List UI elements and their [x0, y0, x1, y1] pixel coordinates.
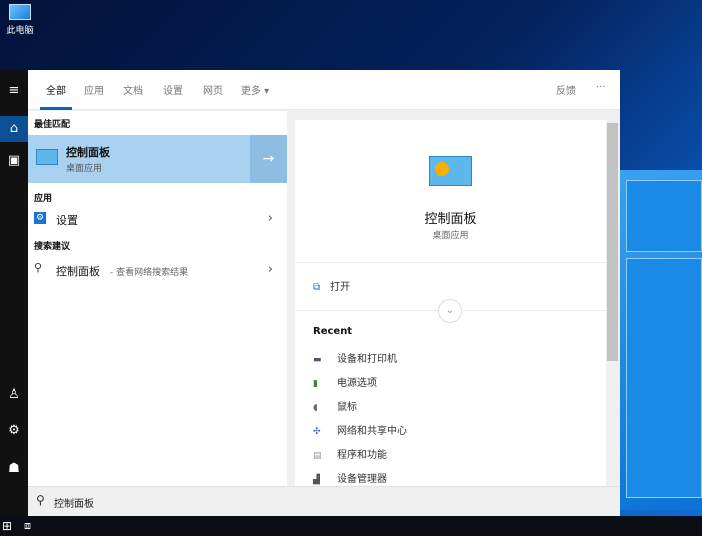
search-input[interactable]: 控制面板 [54, 495, 94, 510]
recent-item[interactable]: ▤ 程序和功能 [313, 446, 387, 461]
tab-documents[interactable]: 文档 [123, 82, 143, 97]
scrollbar-thumb[interactable] [607, 123, 618, 361]
hamburger-menu-icon[interactable]: ≡ [0, 78, 28, 104]
preview-pane: 控制面板 桌面应用 ⧉ 打开 ⌄ Recent ▬ 设备和打印机 ▮ 电源选项 ◖ 鼠标… [295, 120, 606, 486]
mouse-icon: ◖ [313, 403, 318, 413]
tab-all[interactable]: 全部 [40, 82, 72, 110]
recent-item[interactable]: ▟ 设备管理器 [313, 470, 387, 485]
tab-web[interactable]: 网页 [203, 82, 223, 97]
search-tabs-bar: 全部 应用 文档 设置 网页 更多 ▾ 反馈 ··· [28, 70, 620, 110]
control-panel-large-icon [429, 156, 472, 186]
best-match-subtitle: 桌面应用 [66, 164, 103, 174]
preview-title: 控制面板 [424, 212, 477, 227]
suggestions-heading: 搜索建议 [34, 242, 71, 252]
feedback-link[interactable]: 反馈 [556, 82, 576, 97]
start-rail: ≡ ⌂ ▣ ♙ ⚙ ☗ [0, 70, 28, 516]
suggestion-label: 控制面板 [56, 265, 100, 278]
more-options-button[interactable]: ··· [596, 82, 606, 93]
printer-icon: ▬ [313, 355, 322, 365]
chevron-right-icon: › [267, 262, 273, 277]
network-icon: ✣ [313, 427, 321, 437]
computer-icon [9, 4, 31, 20]
app-item-settings[interactable]: ⚙ 设置 › [28, 208, 287, 232]
scrollbar[interactable] [606, 111, 619, 486]
tab-more[interactable]: 更多 ▾ [241, 82, 269, 97]
desktop-icon-this-pc[interactable]: 此电脑 [2, 2, 38, 36]
open-icon: ⧉ [313, 282, 321, 293]
task-view-icon[interactable]: ⧈ [24, 519, 31, 533]
preview-subtitle: 桌面应用 [432, 231, 469, 241]
recent-item[interactable]: ✣ 网络和共享中心 [313, 422, 407, 437]
recent-item[interactable]: ▮ 电源选项 [313, 374, 377, 389]
search-panel: 全部 应用 文档 设置 网页 更多 ▾ 反馈 ··· 最佳匹配 控制面板 桌面应… [28, 70, 620, 516]
desktop-icon-label: 此电脑 [6, 26, 34, 36]
suggestion-suffix: - 查看网络搜索结果 [110, 268, 189, 278]
tab-apps[interactable]: 应用 [84, 82, 104, 97]
search-icon: ⚲ [36, 493, 45, 507]
device-manager-icon: ▟ [313, 475, 320, 485]
settings-gear-icon[interactable]: ⚙ [0, 418, 28, 444]
recent-item[interactable]: ▬ 设备和打印机 [313, 350, 397, 365]
programs-icon: ▤ [313, 451, 322, 461]
recent-heading: Recent [313, 326, 353, 337]
best-match-heading: 最佳匹配 [34, 120, 71, 130]
taskbar: ⊞ ⧈ [0, 516, 702, 536]
search-icon: ⚲ [34, 261, 43, 274]
best-match-item[interactable]: 控制面板 桌面应用 → [28, 135, 287, 183]
start-windows-icon[interactable]: ⊞ [2, 519, 12, 533]
chevron-right-icon: › [267, 211, 273, 226]
power-icon: ▮ [313, 379, 318, 389]
open-arrow-button[interactable]: → [250, 135, 287, 183]
recent-item[interactable]: ◖ 鼠标 [313, 398, 357, 413]
expand-chevron-button[interactable]: ⌄ [438, 299, 462, 323]
open-action[interactable]: ⧉ 打开 [313, 278, 350, 293]
control-panel-icon [36, 149, 58, 165]
account-icon[interactable]: ♙ [0, 382, 28, 408]
tab-settings[interactable]: 设置 [163, 82, 183, 97]
settings-icon: ⚙ [34, 212, 46, 224]
open-label: 打开 [330, 282, 351, 293]
home-icon[interactable]: ⌂ [0, 116, 28, 142]
search-box[interactable]: ⚲ 控制面板 [28, 486, 620, 516]
apps-heading: 应用 [34, 194, 53, 204]
suggestion-item[interactable]: ⚲ 控制面板 - 查看网络搜索结果 › [28, 259, 287, 283]
best-match-title: 控制面板 [66, 146, 110, 159]
app-label: 设置 [56, 214, 78, 227]
document-icon[interactable]: ▣ [0, 148, 28, 174]
desktop-wallpaper-logo [620, 170, 702, 510]
feedback-person-icon[interactable]: ☗ [0, 456, 28, 482]
results-list: 最佳匹配 控制面板 桌面应用 → 应用 ⚙ 设置 › 搜索建议 ⚲ 控制面板 -… [28, 111, 287, 486]
